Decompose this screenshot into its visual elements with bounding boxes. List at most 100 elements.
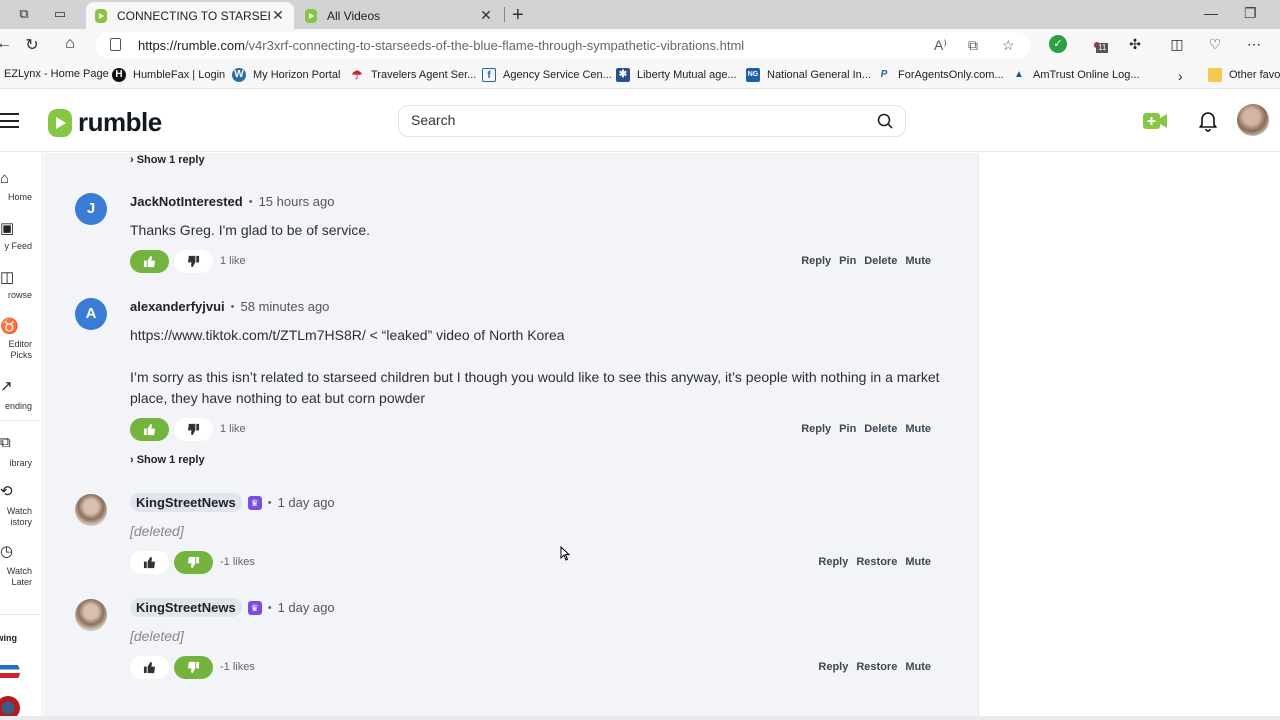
- favorite-item[interactable]: ☂ Travelers Agent Ser...: [350, 68, 477, 82]
- search-icon[interactable]: [877, 113, 893, 129]
- downvote-button[interactable]: [174, 418, 213, 441]
- comment-username[interactable]: KingStreetNews: [130, 493, 242, 512]
- comment-username[interactable]: JackNotInterested: [130, 194, 243, 209]
- avatar[interactable]: [75, 494, 107, 526]
- rumble-play-icon: [48, 108, 72, 137]
- home-icon: ⌂: [0, 170, 10, 187]
- favorite-label: Agency Service Cen...: [503, 69, 612, 81]
- extension-badge: 11: [1096, 43, 1109, 53]
- reply-button[interactable]: Reply: [801, 255, 831, 267]
- upvote-button[interactable]: [130, 418, 169, 441]
- mute-button[interactable]: Mute: [905, 255, 931, 267]
- facebook-icon: f: [482, 68, 496, 82]
- user-avatar[interactable]: [1237, 104, 1269, 136]
- url-text[interactable]: https://rumble.com/v4r3xrf-connecting-to…: [138, 38, 744, 53]
- restore-button[interactable]: Restore: [856, 556, 897, 568]
- back-icon[interactable]: ←: [0, 35, 14, 53]
- tab-starseeds[interactable]: CONNECTING TO STARSEEDS OF ✕: [86, 2, 294, 29]
- minimize-button[interactable]: —: [1204, 5, 1218, 21]
- extensions-puzzle-icon[interactable]: ✣: [1126, 35, 1144, 53]
- split-screen-icon[interactable]: ◫: [1168, 35, 1186, 53]
- upvote-button[interactable]: [130, 551, 169, 574]
- extension-opera-icon[interactable]: ●11: [1088, 35, 1109, 53]
- sidebar: ⌂ Home ▣ y Feed ◫ rowse ♉ Editor Picks ↗…: [0, 152, 43, 720]
- workspaces-icon[interactable]: ⧉: [16, 6, 32, 22]
- comment-username[interactable]: alexanderfyjvui: [130, 299, 225, 314]
- favorite-label: Other favor: [1229, 69, 1280, 81]
- tab-all-videos[interactable]: All Videos ✕: [296, 2, 502, 29]
- sidebar-divider: [0, 614, 40, 615]
- browser-essentials-icon[interactable]: ♡: [1206, 35, 1224, 53]
- close-tab-icon[interactable]: ✕: [478, 7, 494, 24]
- pin-button[interactable]: Pin: [839, 423, 856, 435]
- award-icon: ♉: [0, 318, 19, 335]
- restore-button[interactable]: ❐: [1244, 5, 1257, 22]
- favorite-item[interactable]: P ForAgentsOnly.com...: [877, 68, 1004, 82]
- following-channel-avatar[interactable]: [0, 660, 20, 684]
- favorites-overflow-chevron-icon[interactable]: ›: [1178, 68, 1183, 84]
- favorite-star-icon[interactable]: ☆: [1002, 37, 1015, 54]
- rumble-logo[interactable]: rumble: [48, 107, 162, 138]
- new-tab-button[interactable]: +: [512, 4, 524, 27]
- lock-icon[interactable]: [110, 38, 121, 51]
- sidebar-item-label: ibrary: [9, 458, 32, 468]
- extension-check-icon[interactable]: ✓: [1049, 35, 1067, 53]
- show-replies-link[interactable]: › Show 1 reply: [130, 154, 205, 166]
- sidebar-item-label: y Feed: [4, 241, 32, 251]
- search-input[interactable]: [411, 112, 851, 128]
- restore-button[interactable]: Restore: [856, 661, 897, 673]
- mute-button[interactable]: Mute: [905, 661, 931, 673]
- avatar[interactable]: J: [75, 193, 107, 225]
- url-field[interactable]: https://rumble.com/v4r3xrf-connecting-to…: [96, 32, 1030, 59]
- tab-actions-icon[interactable]: ▭: [52, 6, 68, 22]
- favorite-item[interactable]: NG National General In...: [746, 68, 871, 82]
- sidebar-item-label: Watch Later: [6, 566, 32, 587]
- mute-button[interactable]: Mute: [905, 423, 931, 435]
- close-tab-icon[interactable]: ✕: [270, 7, 286, 24]
- avatar[interactable]: [75, 599, 107, 631]
- downvote-button[interactable]: [174, 656, 213, 679]
- comment-username[interactable]: KingStreetNews: [130, 598, 242, 617]
- logo-text: rumble: [78, 107, 162, 137]
- more-menu-icon[interactable]: ⋯: [1245, 35, 1263, 53]
- favorite-item[interactable]: ✱ Liberty Mutual age...: [616, 68, 737, 82]
- thumbs-up-icon: [143, 661, 156, 674]
- show-replies-link[interactable]: › Show 1 reply: [130, 454, 205, 466]
- separator-dot: •: [248, 195, 253, 208]
- right-panel: [978, 153, 1280, 720]
- feed-icon: ▣: [0, 220, 15, 237]
- tab-separator: [504, 7, 505, 22]
- downvote-button[interactable]: [174, 250, 213, 273]
- favorite-item[interactable]: H HumbleFax | Login: [112, 68, 225, 82]
- favorite-label: AmTrust Online Log...: [1033, 69, 1140, 81]
- pin-button[interactable]: Pin: [839, 255, 856, 267]
- reply-button[interactable]: Reply: [801, 423, 831, 435]
- home-icon[interactable]: ⌂: [60, 35, 80, 53]
- other-favorites-folder[interactable]: Other favor: [1208, 68, 1280, 82]
- notifications-bell-icon[interactable]: [1198, 110, 1218, 132]
- thumbs-down-icon: [187, 661, 200, 674]
- downvote-button[interactable]: [174, 551, 213, 574]
- address-bar-row: ← ↻ ⌂ https://rumble.com/v4r3xrf-connect…: [0, 29, 1280, 61]
- upvote-button[interactable]: [130, 250, 169, 273]
- refresh-icon[interactable]: ↻: [22, 35, 42, 55]
- reply-button[interactable]: Reply: [818, 556, 848, 568]
- upvote-button[interactable]: [130, 656, 169, 679]
- mute-button[interactable]: Mute: [905, 556, 931, 568]
- delete-button[interactable]: Delete: [864, 255, 897, 267]
- favorite-item[interactable]: ▲ AmTrust Online Log...: [1012, 68, 1140, 82]
- url-domain: https://rumble.com: [138, 38, 245, 53]
- app-available-icon[interactable]: ⧉: [968, 37, 978, 54]
- reply-button[interactable]: Reply: [818, 661, 848, 673]
- ng-icon: NG: [746, 68, 760, 82]
- avatar[interactable]: A: [75, 298, 107, 330]
- favorite-item[interactable]: W My Horizon Portal: [232, 68, 340, 82]
- favorite-item[interactable]: f Agency Service Cen...: [482, 68, 612, 82]
- liberty-icon: ✱: [616, 68, 630, 82]
- read-aloud-icon[interactable]: A⁾: [934, 37, 947, 54]
- comment-body: Thanks Greg. I'm glad to be of service.: [130, 222, 371, 238]
- menu-hamburger-icon[interactable]: [0, 113, 19, 128]
- upload-video-icon[interactable]: [1143, 113, 1167, 129]
- favorite-item[interactable]: EZLynx - Home Page: [4, 68, 109, 80]
- delete-button[interactable]: Delete: [864, 423, 897, 435]
